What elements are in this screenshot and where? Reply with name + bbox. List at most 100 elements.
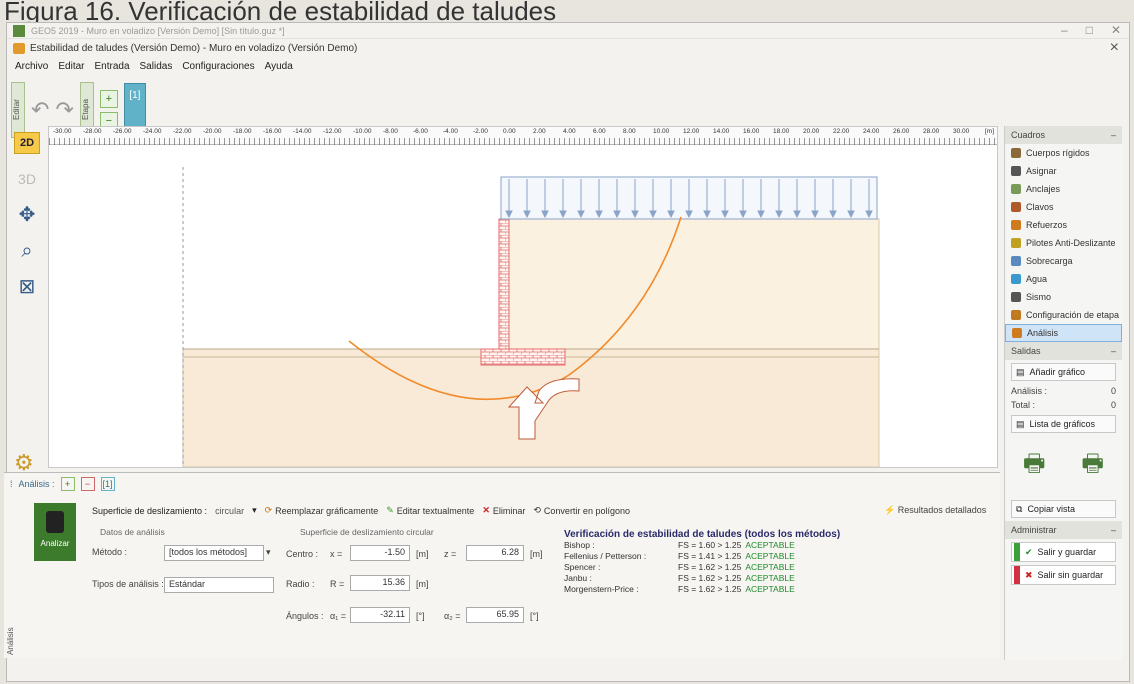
delete-button[interactable]: ✕ Eliminar [482,505,525,516]
move-icon[interactable]: ✥ [16,204,38,226]
item-label: Agua [1026,274,1048,284]
frame-analisis[interactable]: Análisis [1005,324,1122,342]
save-exit-button[interactable]: ✔ Salir y guardar [1011,542,1116,562]
analysis-icon [1012,328,1022,338]
frame-cuerpos-rigidos[interactable]: Cuerpos rígidos [1005,144,1122,162]
frame-pilotes[interactable]: Pilotes Anti-Deslizante [1005,234,1122,252]
metodo-select[interactable]: [todos los métodos] [164,545,264,561]
detailed-results-button[interactable]: ⚡ Resultados detallados [884,505,986,516]
slip-surface-label: Superficie de deslizamiento : [92,505,208,516]
add-graph-label: Añadir gráfico [1029,367,1086,377]
analyze-button[interactable]: Analizar [34,503,76,561]
view-3d-icon[interactable]: 3D [16,168,38,190]
circle-edit-icon: ⟳ [264,505,273,515]
frame-sobrecarga[interactable]: Sobrecarga [1005,252,1122,270]
print-buttons: 🖶 🖶 [1005,436,1122,497]
water-icon [1011,274,1021,284]
exit-nosave-button[interactable]: ✖ Salir sin guardar [1011,565,1116,585]
x-label: x = [330,549,343,559]
r-input[interactable]: 15.36 [350,575,410,591]
frame-refuerzos[interactable]: Refuerzos [1005,216,1122,234]
status-badge: ACEPTABLE [745,573,795,583]
remove-analysis-icon[interactable]: − [80,477,95,491]
menu-ayuda[interactable]: Ayuda [265,61,293,72]
redo-icon[interactable]: ↷ [55,97,73,123]
inner-window-title: Estabilidad de taludes (Versión Demo) - … [30,42,358,54]
minimize-icon[interactable]: – [1061,23,1068,37]
a1-input[interactable]: -32.11 [350,607,410,623]
add-graph-button[interactable]: ▤ Añadir gráfico [1011,363,1116,381]
print-preview-icon[interactable]: 🖶 [1081,446,1104,487]
convert-polygon-button[interactable]: ⟲ Convertir en polígono [533,505,630,516]
graph-icon: ▤ [1016,366,1025,377]
item-label: Análisis [1027,328,1059,338]
frame-configuracion-etapa[interactable]: Configuración de etapa [1005,306,1122,324]
z-unit: [m] [530,549,543,559]
item-label: Cuerpos rígidos [1026,148,1090,158]
frame-sismo[interactable]: Sismo [1005,288,1122,306]
zoom-extent-icon[interactable]: ⊠ [16,276,38,298]
frame-clavos[interactable]: Clavos [1005,198,1122,216]
metodo-dropdown-icon[interactable]: ▾ [266,547,271,558]
surcharge-icon [1011,256,1021,266]
view-2d-button[interactable]: 2D [14,132,40,154]
graph-list-button[interactable]: ▤ Lista de gráficos [1011,415,1116,433]
analysis-stage-tab[interactable]: [1] [100,477,115,491]
verification-row: Morgenstern-Price : FS = 1.62 > 1.25 ACEPT… [564,584,864,595]
window-close-icon[interactable]: ✕ [1111,23,1121,37]
assign-icon [1011,166,1021,176]
add-analysis-icon[interactable]: + [60,477,75,491]
document-icon [13,42,25,54]
a2-input[interactable]: 65.95 [466,607,524,623]
collapse-icon[interactable]: – [1111,346,1116,356]
item-label: Sobrecarga [1026,256,1073,266]
delete-icon: ✕ [482,505,490,515]
maximize-icon[interactable]: □ [1086,23,1093,37]
edit-text-label: Editar textualmente [396,505,475,516]
add-stage-icon[interactable]: + [99,90,118,108]
x-input[interactable]: -1.50 [350,545,410,561]
frame-agua[interactable]: Agua [1005,270,1122,288]
centro-label: Centro : [286,549,319,559]
collapse-icon[interactable]: – [1111,130,1116,140]
tipos-select[interactable]: Estándar [164,577,274,593]
check-icon: ✔ [1025,546,1033,557]
left-toolbar: 2D 3D ✥ ⌕ ⊠ [8,126,46,468]
exit-nosave-label: Salir sin guardar [1037,570,1104,580]
frame-asignar[interactable]: Asignar [1005,162,1122,180]
verification-row: Janbu : FS = 1.62 > 1.25 ACEPTABLE [564,573,864,584]
undo-icon[interactable]: ↶ [31,97,49,123]
dropdown-icon[interactable]: ▾ [252,505,257,516]
app-logo-icon [13,24,25,37]
verification-row: Bishop : FS = 1.60 > 1.25 ACEPTABLE [564,540,864,551]
copy-icon: ⧉ [1016,503,1023,514]
model-canvas[interactable]: -30.00 -28.00 -26.00 -24.00 -22.00 -20.0… [48,126,998,468]
outer-window-title: GEO5 2019 - Muro en voladizo [Versión De… [31,25,285,36]
copy-view-button[interactable]: ⧉ Copiar vista [1011,500,1116,518]
z-input[interactable]: 6.28 [466,545,524,561]
status-badge: ACEPTABLE [745,584,795,594]
cuadros-title: Cuadros [1011,130,1046,140]
menu-archivo[interactable]: Archivo [15,61,48,72]
replace-graphic-button[interactable]: ⟳ Reemplazar gráficamente [265,505,379,516]
analisis-vertical-tab[interactable]: Análisis [6,603,18,655]
datos-group-title: Datos de análisis [100,527,165,537]
total-count-value: 0 [1110,400,1116,410]
collapse-icon[interactable]: – [1111,525,1116,535]
menu-entrada[interactable]: Entrada [94,61,129,72]
menu-editar[interactable]: Editar [58,61,84,72]
a2-label: α₂ = [444,611,461,621]
slip-surface-select[interactable]: circular [215,506,244,516]
menu-salidas[interactable]: Salidas [140,61,173,72]
edit-text-button[interactable]: ✎ Editar textualmente [386,505,474,516]
status-badge: ACEPTABLE [745,562,795,572]
frame-anclajes[interactable]: Anclajes [1005,180,1122,198]
outer-titlebar: GEO5 2019 - Muro en voladizo [Versión De… [7,23,1129,39]
total-count-label: Total : [1011,400,1036,410]
item-label: Asignar [1026,166,1057,176]
radio-label: Radio : [286,579,315,589]
zoom-icon[interactable]: ⌕ [16,240,38,262]
close-icon[interactable]: × [1110,39,1119,57]
menu-configuraciones[interactable]: Configuraciones [182,61,254,72]
print-icon[interactable]: 🖶 [1023,446,1046,487]
